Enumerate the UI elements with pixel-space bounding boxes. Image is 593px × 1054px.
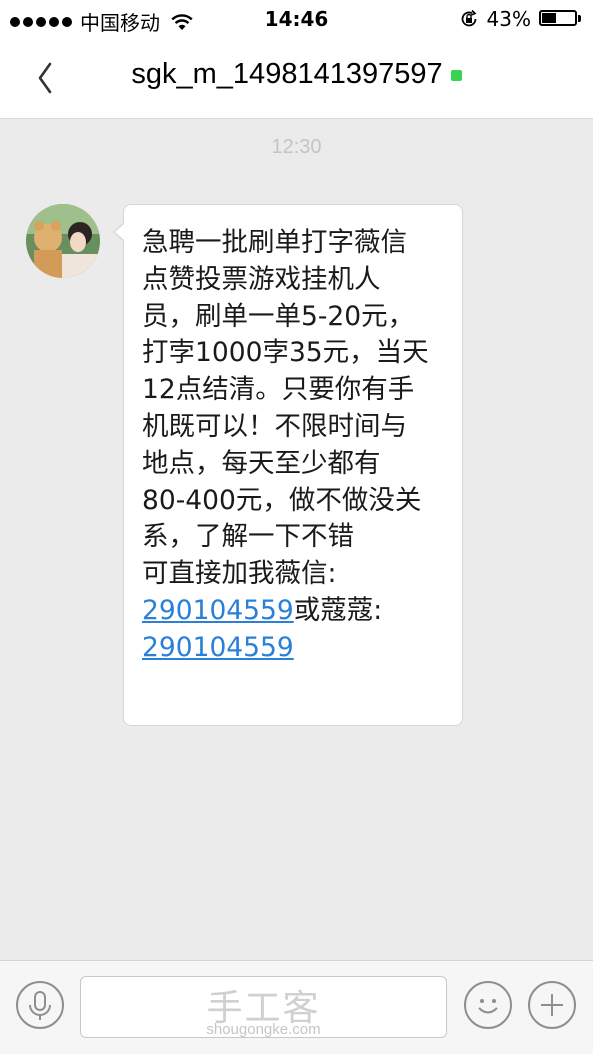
status-bar: 中国移动 14:46 43% [0, 0, 593, 40]
phone-link-2[interactable]: 290104559 [142, 632, 294, 663]
nav-title-wrap: sgk_m_1498141397597 [0, 58, 593, 91]
message-line: 系，了解一下不错 [142, 521, 354, 553]
message-line: 12点结清。只要你有手 [142, 374, 415, 406]
microphone-icon [29, 991, 51, 1020]
phone-link-1[interactable]: 290104559 [142, 595, 294, 626]
message-line: 打孛1000孛35元，当天 [142, 337, 429, 369]
rotation-lock-icon [461, 9, 476, 27]
message-input[interactable]: 手工客 shougongke.com [80, 976, 447, 1038]
smiley-icon [478, 999, 498, 1014]
input-bar: 手工客 shougongke.com [0, 960, 593, 1054]
message-link-separator: 或蔻蔻: [293, 594, 383, 626]
status-right: 43% [459, 7, 583, 31]
message-line: 机既可以！不限时间与 [142, 410, 407, 442]
message-line: 可直接加我薇信: [142, 558, 337, 590]
message-line: 地点，每天至少都有 [142, 447, 381, 479]
online-status-indicator [450, 70, 462, 81]
message-line-links: 290104559或蔻蔻: [142, 593, 452, 630]
message-line: 80-400元，做不做没关 [142, 484, 422, 516]
voice-button[interactable] [16, 981, 64, 1029]
battery-percent: 43% [486, 7, 531, 31]
message-line-links: 290104559 [142, 630, 452, 667]
emoji-button[interactable] [464, 981, 512, 1029]
message-line: 员，刷单一单5-20元， [142, 300, 415, 332]
message-timestamp: 12:30 [271, 136, 322, 158]
avatar[interactable] [26, 204, 100, 278]
watermark-url: shougongke.com [206, 1021, 321, 1038]
add-button[interactable] [528, 981, 576, 1029]
message-bubble[interactable]: 急聘一批刷单打字薇信 点赞投票游戏挂机人 员，刷单一单5-20元， 打孛1000… [123, 204, 463, 726]
message-text: 急聘一批刷单打字薇信 点赞投票游戏挂机人 员，刷单一单5-20元， 打孛1000… [142, 225, 452, 667]
bubble-tail-fill [115, 223, 125, 241]
contact-title: sgk_m_1498141397597 [131, 58, 443, 90]
battery-icon [539, 9, 583, 29]
nav-bar: sgk_m_1498141397597 [0, 40, 593, 119]
plus-icon [541, 994, 563, 1016]
message-line: 点赞投票游戏挂机人 [142, 263, 381, 295]
message-line: 急聘一批刷单打字薇信 [142, 227, 407, 258]
